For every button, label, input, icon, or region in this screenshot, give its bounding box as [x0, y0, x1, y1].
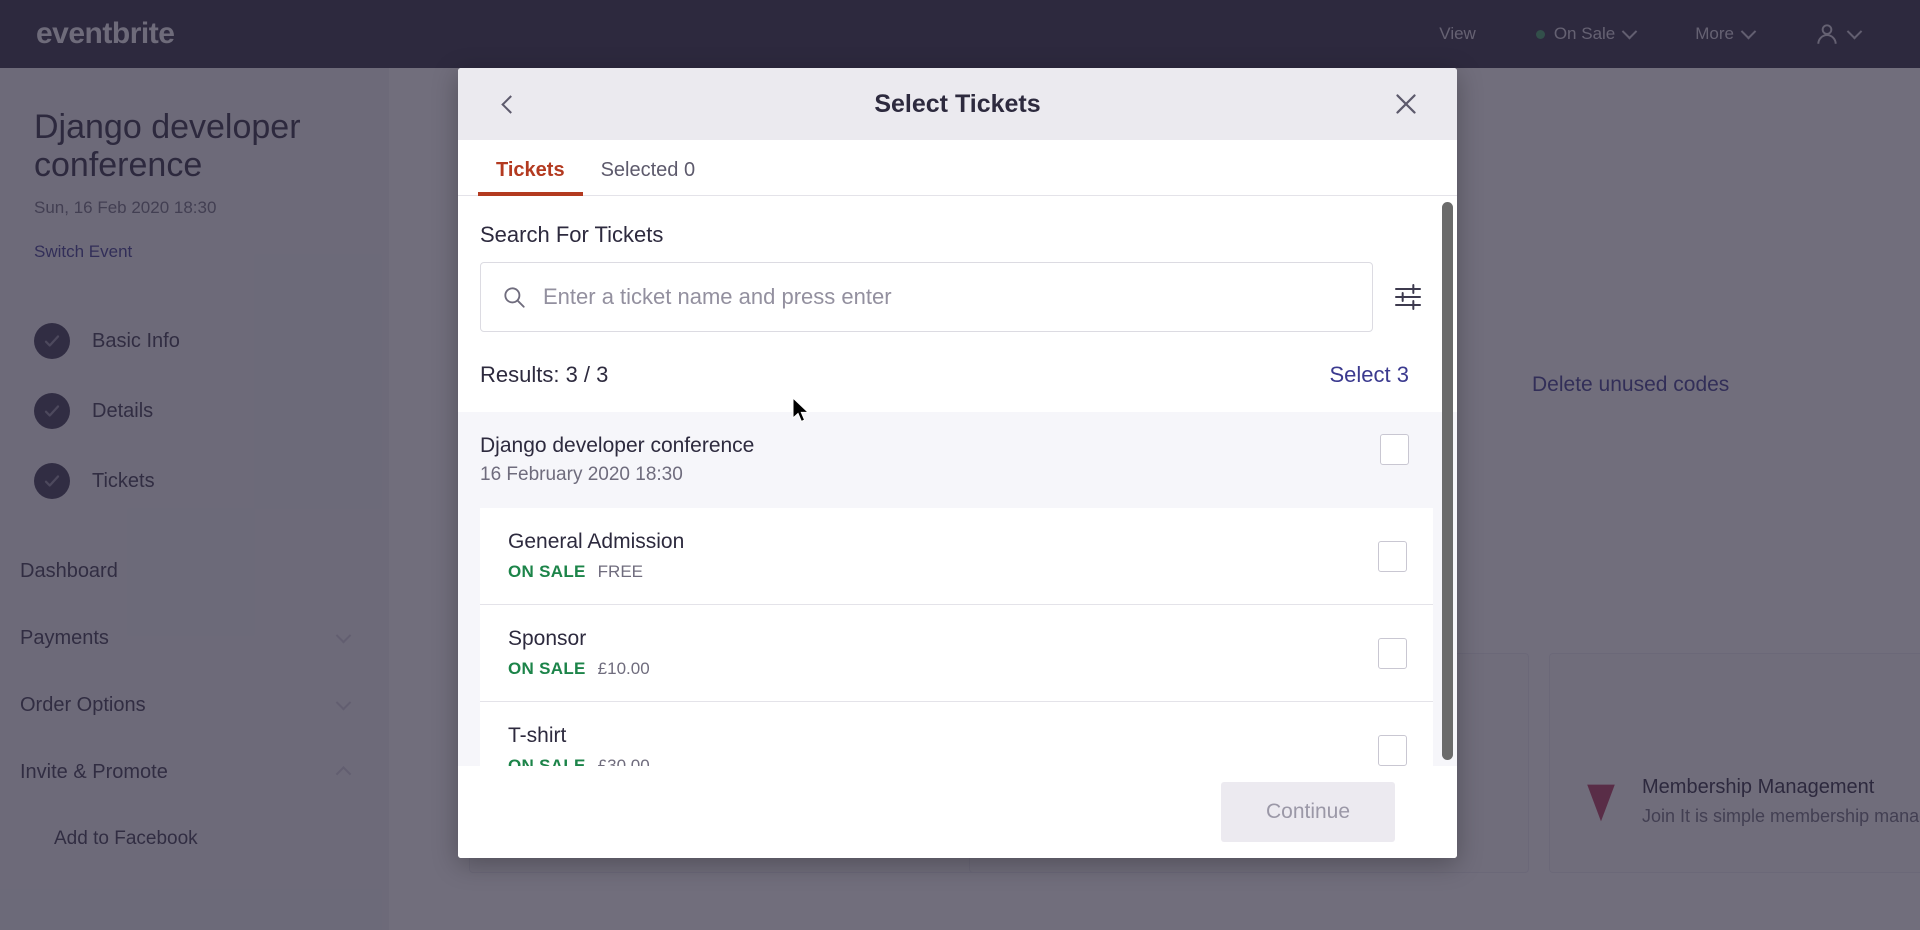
back-button[interactable] [493, 87, 527, 121]
ticket-meta: ON SALE £10.00 [508, 659, 650, 679]
ticket-price: £10.00 [597, 659, 650, 678]
search-label: Search For Tickets [480, 222, 664, 247]
search-row [480, 262, 1435, 332]
event-group-checkbox[interactable] [1380, 434, 1409, 465]
ticket-checkbox[interactable] [1378, 734, 1407, 766]
filter-sliders-icon [1395, 284, 1421, 310]
results-bar: Results: 3 / 3 Select 3 [458, 332, 1457, 412]
filter-button[interactable] [1387, 276, 1429, 318]
search-icon [504, 287, 525, 308]
eventbrite-app: Django developer conference Sun, 16 Feb … [0, 0, 1920, 930]
results-count: Results: 3 / 3 [480, 362, 609, 387]
continue-button[interactable]: Continue [1221, 782, 1395, 842]
tab-selected[interactable]: Selected 0 [583, 159, 714, 195]
ticket-list: General Admission ON SALE FREE Sponsor O… [458, 508, 1457, 766]
ticket-name: General Admission [508, 530, 685, 553]
search-section: Search For Tickets [458, 196, 1457, 332]
select-all-link[interactable]: Select 3 [1330, 362, 1410, 388]
modal-footer: Continue [458, 766, 1457, 858]
modal-title: Select Tickets [874, 89, 1041, 118]
scroll-area: Search For Tickets Enter a ticket name a… [458, 196, 1457, 766]
ticket-checkbox[interactable] [1378, 637, 1407, 669]
tab-tickets[interactable]: Tickets [478, 159, 583, 196]
status-badge: ON SALE [508, 659, 586, 678]
search-input[interactable] [543, 284, 1352, 310]
vertical-scrollbar[interactable] [1442, 202, 1453, 760]
close-icon [1396, 94, 1416, 114]
ticket-meta: ON SALE FREE [508, 562, 684, 582]
close-button[interactable] [1389, 87, 1423, 121]
search-box[interactable] [480, 262, 1373, 332]
event-group-row[interactable]: Django developer conference 16 February … [458, 412, 1457, 508]
table-row[interactable]: Sponsor ON SALE £10.00 [480, 605, 1433, 702]
modal-body: Search For Tickets Enter a ticket name a… [458, 196, 1457, 766]
ticket-name: Sponsor [508, 627, 587, 650]
event-group-name: Django developer conference [480, 434, 755, 457]
ticket-price: FREE [597, 562, 644, 581]
event-group-date: 16 February 2020 18:30 [480, 464, 683, 485]
status-badge: ON SALE [508, 562, 586, 581]
chevron-left-icon [500, 94, 520, 114]
select-tickets-modal: Select Tickets Tickets Selected 0 Search… [458, 68, 1457, 858]
ticket-checkbox[interactable] [1378, 540, 1407, 572]
ticket-name: T-shirt [508, 724, 567, 747]
ticket-price: £30.00 [597, 756, 650, 766]
status-badge: ON SALE [508, 756, 586, 766]
ticket-meta: ON SALE £30.00 [508, 756, 650, 766]
table-row[interactable]: General Admission ON SALE FREE [480, 508, 1433, 605]
modal-tabs: Tickets Selected 0 [458, 140, 1457, 196]
modal-header: Select Tickets [458, 68, 1457, 140]
table-row[interactable]: T-shirt ON SALE £30.00 [480, 702, 1433, 766]
